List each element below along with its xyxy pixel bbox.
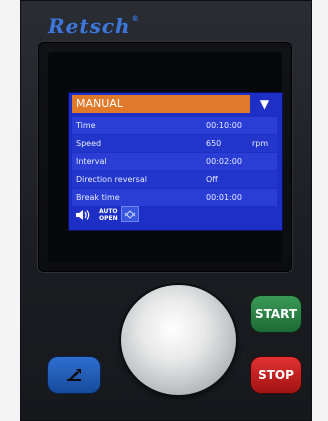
param-row-speed[interactable]: Speed 650 rpm — [72, 135, 277, 152]
open-lid-button[interactable] — [48, 357, 100, 393]
control-knob[interactable] — [121, 285, 236, 395]
param-label: Interval — [76, 157, 107, 166]
param-unit: rpm — [252, 139, 269, 148]
param-label: Time — [76, 121, 96, 130]
param-value: 650 — [206, 139, 222, 148]
rotation-mode-icon[interactable] — [121, 206, 139, 222]
start-button[interactable]: START — [251, 296, 301, 332]
param-value: 00:02:00 — [206, 157, 242, 166]
param-value: 00:10:00 — [206, 121, 242, 130]
auto-open-line2: OPEN — [99, 215, 118, 222]
speaker-icon[interactable] — [75, 206, 93, 224]
param-row-interval[interactable]: Interval 00:02:00 — [72, 153, 277, 170]
auto-open-icon[interactable]: AUTO OPEN — [99, 208, 118, 226]
param-row-time[interactable]: Time 00:10:00 — [72, 117, 277, 134]
auto-open-line1: AUTO — [99, 208, 118, 215]
brand-name: Retsch — [48, 14, 131, 38]
param-row-break-time[interactable]: Break time 00:01:00 — [72, 189, 277, 206]
param-label: Speed — [76, 139, 102, 148]
param-value: Off — [206, 175, 218, 184]
mode-header: MANUAL ▼ — [72, 95, 277, 113]
mode-selector[interactable]: MANUAL — [72, 95, 250, 113]
param-label: Direction reversal — [76, 175, 147, 184]
status-icon-bar: AUTO OPEN — [75, 206, 195, 224]
param-label: Break time — [76, 193, 120, 202]
parameter-list: Time 00:10:00 Speed 650 rpm Interval 00:… — [72, 117, 277, 207]
brand-logo: Retsch® — [48, 14, 140, 38]
lcd-screen[interactable]: MANUAL ▼ Time 00:10:00 Speed 650 rpm Int… — [68, 92, 283, 231]
param-row-direction-reversal[interactable]: Direction reversal Off — [72, 171, 277, 188]
chevron-down-icon[interactable]: ▼ — [252, 95, 277, 113]
param-value: 00:01:00 — [206, 193, 242, 202]
brand-registered-mark: ® — [131, 14, 140, 23]
stop-button[interactable]: STOP — [251, 357, 301, 393]
open-lid-icon — [65, 368, 83, 387]
